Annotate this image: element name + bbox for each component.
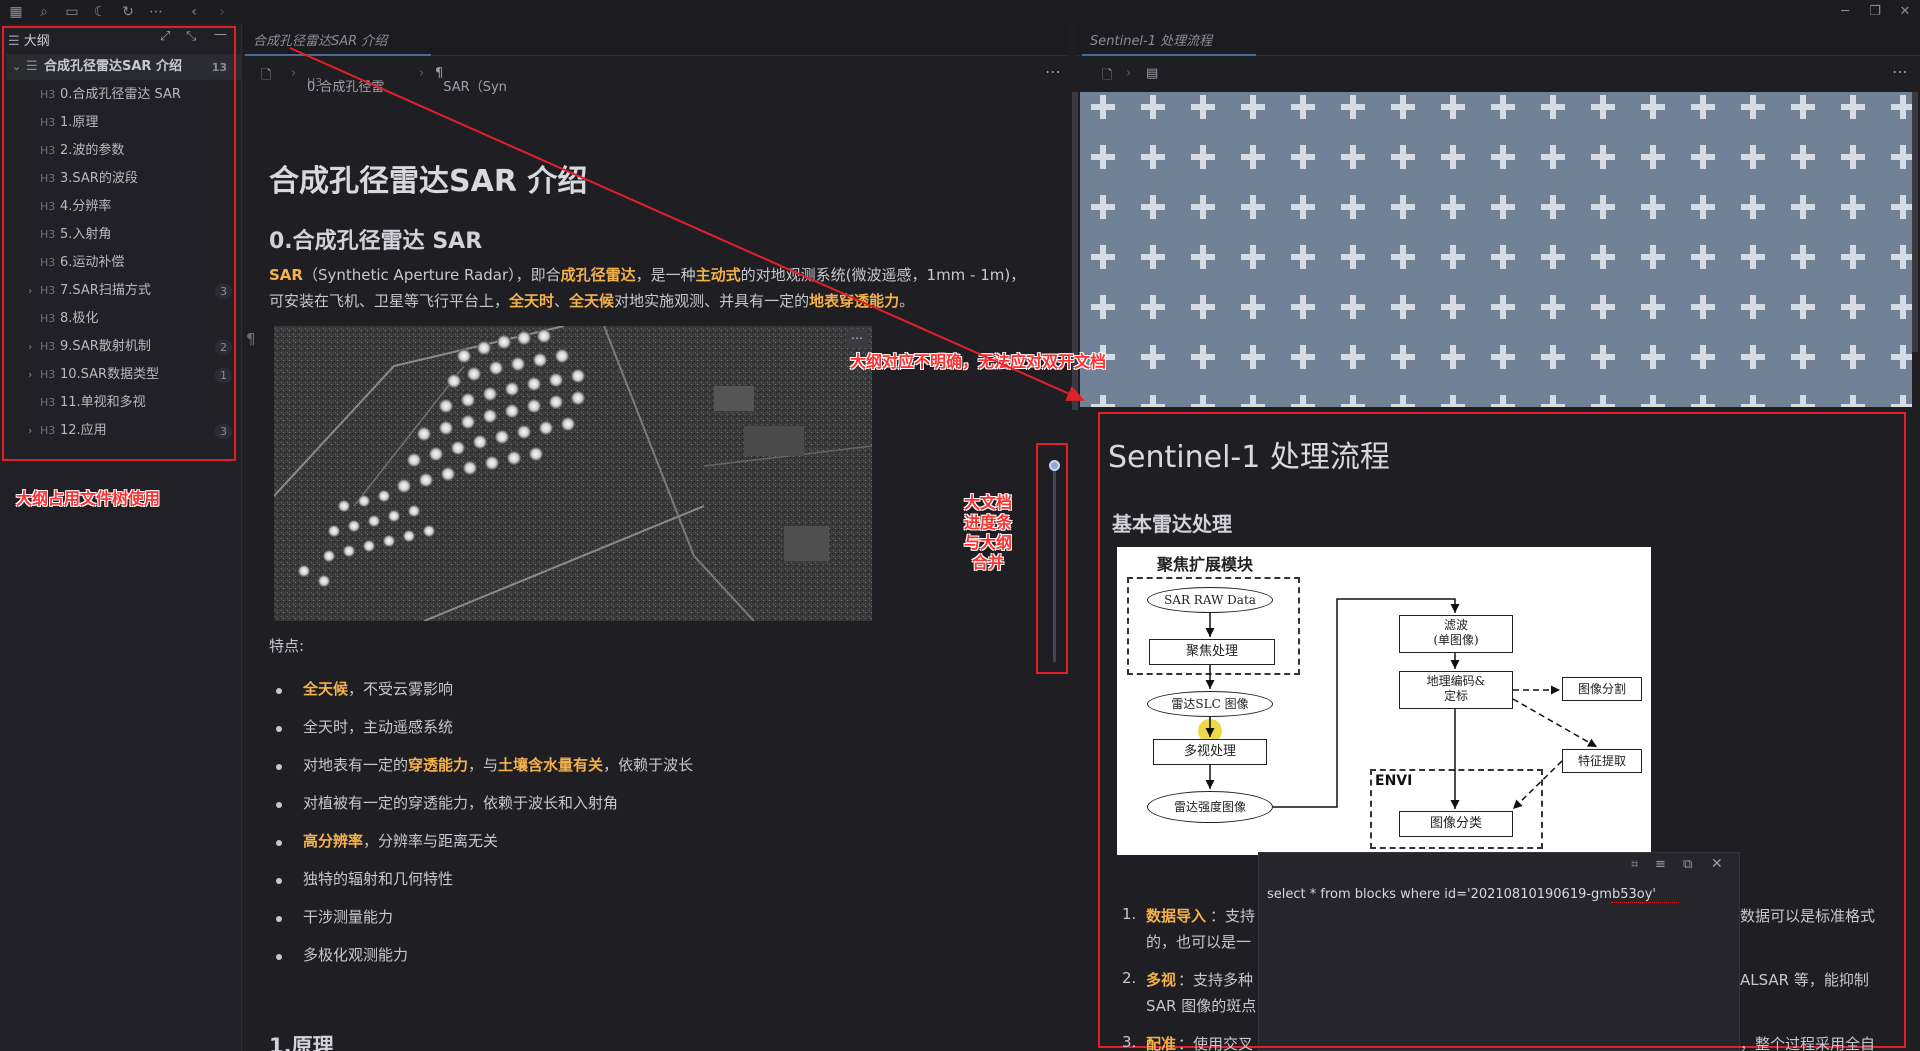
term-highlight: 配准 bbox=[1146, 1035, 1177, 1051]
list-text: ：使用交叉 bbox=[1178, 1035, 1254, 1051]
list-number: 2. bbox=[1122, 969, 1137, 987]
list-text: ALSAR 等，能抑制 bbox=[1740, 971, 1869, 989]
text: 干涉测量能力 bbox=[303, 908, 394, 926]
list-item: 高分辨率，分辨率与距离无关 bbox=[303, 830, 498, 851]
list-item: 对地表有一定的穿透能力，与土壤含水量有关，依赖于波长 bbox=[303, 754, 693, 775]
bullet-dot bbox=[276, 954, 282, 960]
list-item: 全天时，主动遥感系统 bbox=[303, 716, 453, 737]
bullet-dot bbox=[276, 916, 282, 922]
bullet-dot bbox=[276, 764, 282, 770]
term-highlight: 土壤含水量有关 bbox=[498, 756, 604, 774]
text: 多极化观测能力 bbox=[303, 946, 409, 964]
text: ，不受云雾影响 bbox=[348, 680, 454, 698]
list-text: SAR 图像的斑点 bbox=[1146, 997, 1257, 1015]
term-highlight: 高分辨率 bbox=[303, 832, 364, 850]
bullet-dot bbox=[276, 688, 282, 694]
list-text: 数据可以是标准格式 bbox=[1740, 907, 1876, 925]
text: 独特的辐射和几何特性 bbox=[303, 870, 454, 888]
text: 对地表有一定的 bbox=[303, 756, 409, 774]
list-number: 3. bbox=[1122, 1033, 1137, 1051]
bullet-dot bbox=[276, 840, 282, 846]
list-item: 干涉测量能力 bbox=[303, 906, 393, 927]
list-text: ：支持 bbox=[1210, 907, 1256, 925]
text: 全天时，主动遥感系统 bbox=[303, 718, 454, 736]
list-item: 对植被有一定的穿透能力，依赖于波长和入射角 bbox=[303, 792, 618, 813]
list-number: 1. bbox=[1122, 905, 1137, 923]
bullet-dot bbox=[276, 878, 282, 884]
term-highlight: 数据导入 bbox=[1146, 907, 1207, 925]
list-text: ，整个过程采用全自 bbox=[1740, 1035, 1876, 1051]
term-highlight: 穿透能力 bbox=[408, 756, 469, 774]
list-item: 全天候，不受云雾影响 bbox=[303, 678, 453, 699]
list-item: 独特的辐射和几何特性 bbox=[303, 868, 453, 889]
annotation-arrow bbox=[289, 47, 1085, 401]
list-text: ：支持多种 bbox=[1178, 971, 1254, 989]
text: ，与 bbox=[468, 756, 499, 774]
list-item: 多极化观测能力 bbox=[303, 944, 408, 965]
bullet-dot bbox=[276, 726, 282, 732]
term-highlight: 全天候 bbox=[303, 680, 349, 698]
bullet-dot bbox=[276, 802, 282, 808]
text: ，依赖于波长 bbox=[603, 756, 694, 774]
text: ，分辨率与距离无关 bbox=[363, 832, 499, 850]
text: 对植被有一定的穿透能力，依赖于波长和入射角 bbox=[303, 794, 619, 812]
list-text: 的，也可以是一 bbox=[1146, 933, 1252, 951]
term-highlight: 多视 bbox=[1146, 971, 1177, 989]
